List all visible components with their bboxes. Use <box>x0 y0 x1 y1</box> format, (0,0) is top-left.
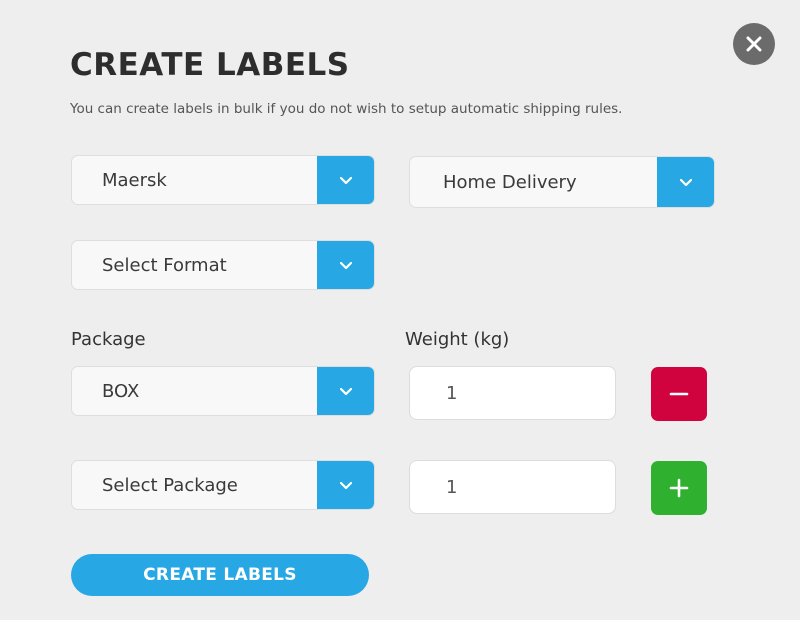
package-label: Package <box>71 329 146 350</box>
package-select-value: BOX <box>102 381 140 402</box>
close-button[interactable] <box>733 23 775 65</box>
package-select[interactable]: Select Package <box>71 460 375 510</box>
create-labels-button[interactable]: CREATE LABELS <box>71 554 369 596</box>
package-dropdown-button[interactable] <box>317 367 374 415</box>
weight-label: Weight (kg) <box>405 329 510 350</box>
remove-package-button[interactable] <box>651 367 707 421</box>
format-dropdown-button[interactable] <box>317 241 374 289</box>
service-select[interactable]: Home Delivery <box>409 156 715 208</box>
package-select[interactable]: BOX <box>71 366 375 416</box>
service-dropdown-button[interactable] <box>657 157 714 207</box>
add-package-button[interactable] <box>651 461 707 515</box>
carrier-select[interactable]: Maersk <box>71 155 375 205</box>
chevron-down-icon <box>339 176 353 184</box>
dialog-title: CREATE LABELS <box>70 47 350 83</box>
close-icon <box>746 36 762 52</box>
carrier-select-value: Maersk <box>102 170 167 191</box>
chevron-down-icon <box>339 261 353 269</box>
dialog-subtitle: You can create labels in bulk if you do … <box>70 101 623 117</box>
plus-icon <box>669 478 689 498</box>
weight-input[interactable] <box>409 366 616 420</box>
package-select-value: Select Package <box>102 475 238 496</box>
package-dropdown-button[interactable] <box>317 461 374 509</box>
weight-input[interactable] <box>409 460 616 514</box>
chevron-down-icon <box>339 387 353 395</box>
carrier-dropdown-button[interactable] <box>317 156 374 204</box>
minus-icon <box>669 392 689 396</box>
format-select-value: Select Format <box>102 255 227 276</box>
chevron-down-icon <box>679 178 693 186</box>
format-select[interactable]: Select Format <box>71 240 375 290</box>
service-select-value: Home Delivery <box>443 172 577 193</box>
chevron-down-icon <box>339 481 353 489</box>
